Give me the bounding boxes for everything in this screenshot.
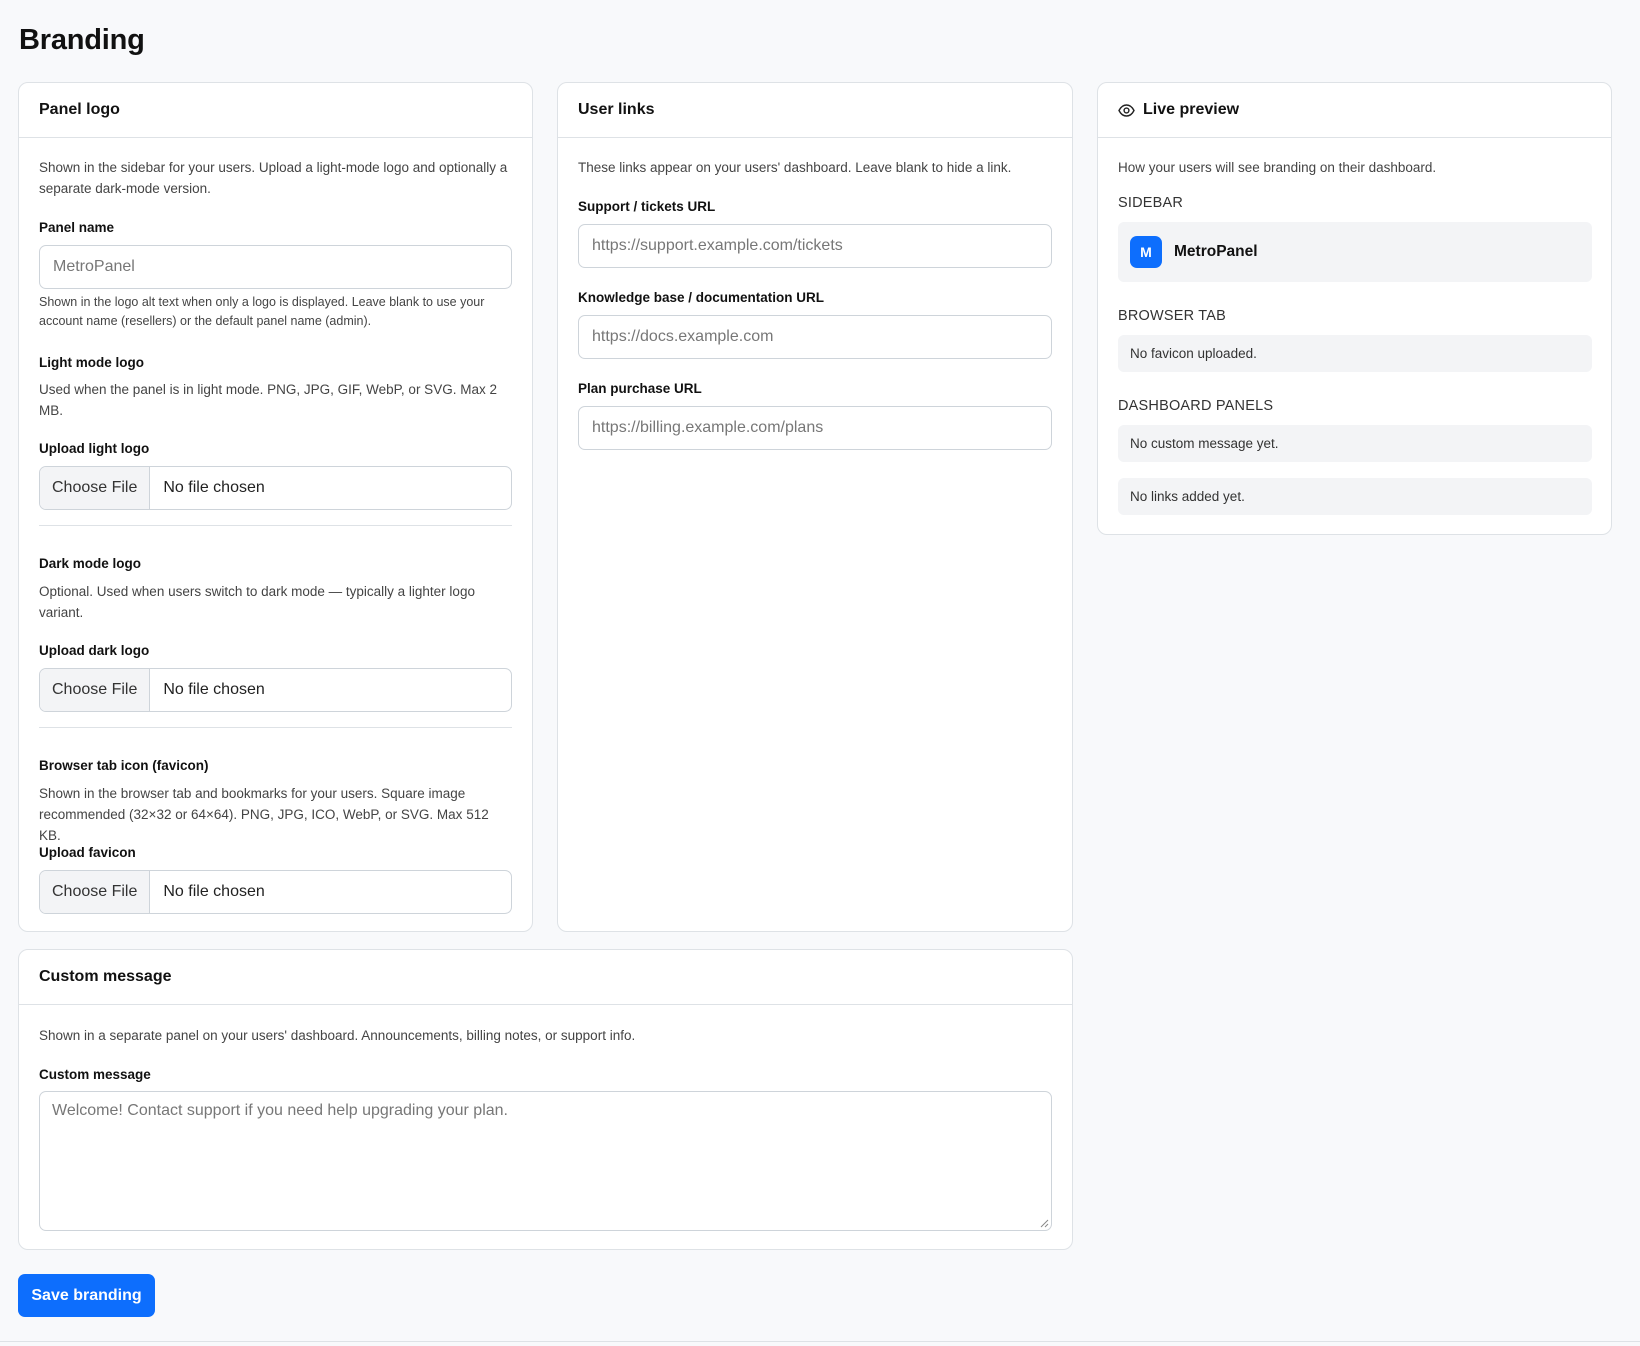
plan-url-placeholder: https://billing.example.com/plans [592,419,824,436]
live-preview-card: Live preview How your users will see bra… [1097,82,1612,535]
panel-logo-card-title: Panel logo [19,83,532,138]
panel-logo-card: Panel logo Shown in the sidebar for your… [18,82,533,932]
panel-name-placeholder: MetroPanel [53,258,135,275]
live-preview-card-title: Live preview [1098,83,1611,138]
browser-tab-preview: No favicon uploaded. [1118,335,1592,372]
custom-message-placeholder: Welcome! Contact support if you need hel… [52,1102,508,1119]
live-preview-title-text: Live preview [1143,101,1240,118]
dark-logo-title: Dark mode logo [39,556,142,571]
support-url-label: Support / tickets URL [578,199,716,214]
browser-tab-section-title: BROWSER TAB [1118,308,1227,324]
docs-url-placeholder: https://docs.example.com [592,328,774,345]
resize-handle-icon[interactable] [1040,1219,1049,1228]
sidebar-preview: M MetroPanel [1118,222,1592,282]
live-preview-description: How your users will see branding on thei… [1118,160,1437,175]
choose-file-button[interactable]: Choose File [40,871,151,913]
upload-dark-logo-label: Upload dark logo [39,643,150,658]
file-status: No file chosen [163,883,265,900]
custom-message-textarea[interactable]: Welcome! Contact support if you need hel… [39,1091,1052,1231]
upload-dark-logo-input[interactable]: Choose File No file chosen [39,668,512,712]
panel-name-input[interactable]: MetroPanel [39,245,512,289]
custom-message-card: Custom message Shown in a separate panel… [18,949,1073,1250]
favicon-title: Browser tab icon (favicon) [39,758,209,773]
choose-file-button[interactable]: Choose File [40,669,151,711]
links-preview: No links added yet. [1118,478,1592,515]
dashboard-panels-section-title: DASHBOARD PANELS [1118,398,1274,414]
upload-favicon-label: Upload favicon [39,845,136,860]
file-status: No file chosen [163,479,265,496]
file-status: No file chosen [163,681,265,698]
plan-url-label: Plan purchase URL [578,381,702,396]
upload-favicon-input[interactable]: Choose File No file chosen [39,870,512,914]
docs-url-input[interactable]: https://docs.example.com [578,315,1052,359]
choose-file-button[interactable]: Choose File [40,467,151,509]
upload-light-logo-input[interactable]: Choose File No file chosen [39,466,512,510]
user-links-card-title: User links [558,83,1072,138]
light-logo-title: Light mode logo [39,355,144,370]
light-logo-description: Used when the panel is in light mode. PN… [39,382,497,418]
support-url-placeholder: https://support.example.com/tickets [592,237,843,254]
page-title: Branding [19,24,145,56]
custom-message-label: Custom message [39,1067,151,1082]
docs-url-label: Knowledge base / documentation URL [578,290,825,305]
custom-message-card-title: Custom message [19,950,1072,1005]
panel-name-label: Panel name [39,220,115,235]
panel-logo-badge: M [1130,236,1162,268]
section-divider [39,525,512,526]
user-links-description: These links appear on your users' dashbo… [578,160,1012,175]
page-bottom-divider [0,1341,1640,1342]
panel-logo-description: Shown in the sidebar for your users. Upl… [39,160,508,196]
panel-name-help: Shown in the logo alt text when only a l… [39,295,485,328]
dark-logo-description: Optional. Used when users switch to dark… [39,584,475,620]
section-divider [39,727,512,728]
user-links-card: User links These links appear on your us… [557,82,1073,932]
custom-message-preview: No custom message yet. [1118,425,1592,462]
support-url-input[interactable]: https://support.example.com/tickets [578,224,1052,268]
upload-light-logo-label: Upload light logo [39,441,150,456]
save-branding-button[interactable]: Save branding [18,1274,155,1317]
eye-icon [1118,103,1135,117]
plan-url-input[interactable]: https://billing.example.com/plans [578,406,1052,450]
sidebar-section-title: SIDEBAR [1118,195,1184,211]
favicon-description: Shown in the browser tab and bookmarks f… [39,786,489,843]
custom-message-description: Shown in a separate panel on your users'… [39,1028,636,1043]
sidebar-panel-name: MetroPanel [1174,243,1258,260]
